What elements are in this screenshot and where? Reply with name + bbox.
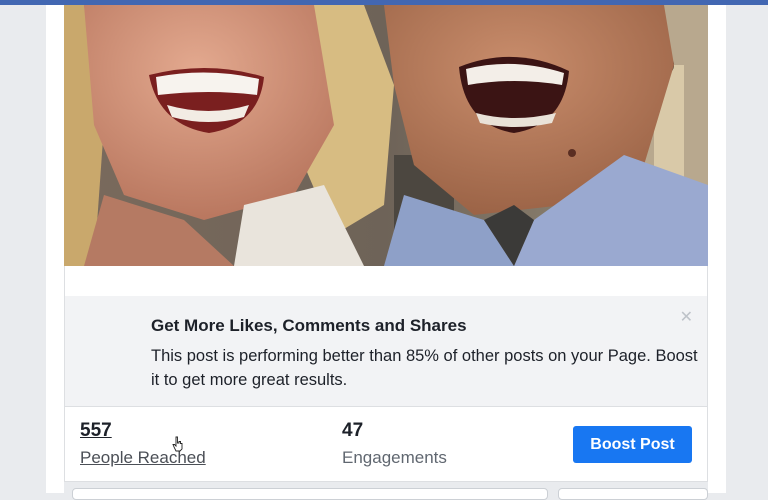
banner-body: This post is performing better than 85% … <box>151 347 698 389</box>
post-stats-bar: 557 People Reached 47 Engagements Boost … <box>64 406 708 482</box>
comment-box-edge[interactable] <box>72 488 548 500</box>
people-reached-value[interactable]: 557 <box>80 419 206 443</box>
hand-cursor-icon <box>172 436 183 452</box>
people-reached-stat[interactable]: 557 People Reached <box>80 419 206 470</box>
boost-post-button[interactable]: Boost Post <box>573 426 692 463</box>
engagements-value: 47 <box>342 420 364 441</box>
engagements-label: Engagements <box>342 448 447 467</box>
share-box-edge[interactable] <box>558 488 708 500</box>
boost-suggestion-banner: Get More Likes, Comments and Shares This… <box>64 296 708 406</box>
people-reached-label[interactable]: People Reached <box>80 446 206 470</box>
banner-title: Get More Likes, Comments and Shares <box>151 316 467 335</box>
engagements-stat: 47 Engagements <box>342 419 447 470</box>
close-icon[interactable]: ✕ <box>680 310 693 326</box>
post-photo[interactable] <box>64 5 708 266</box>
selfie-photo-image <box>64 5 708 266</box>
post-spacer <box>64 266 708 296</box>
